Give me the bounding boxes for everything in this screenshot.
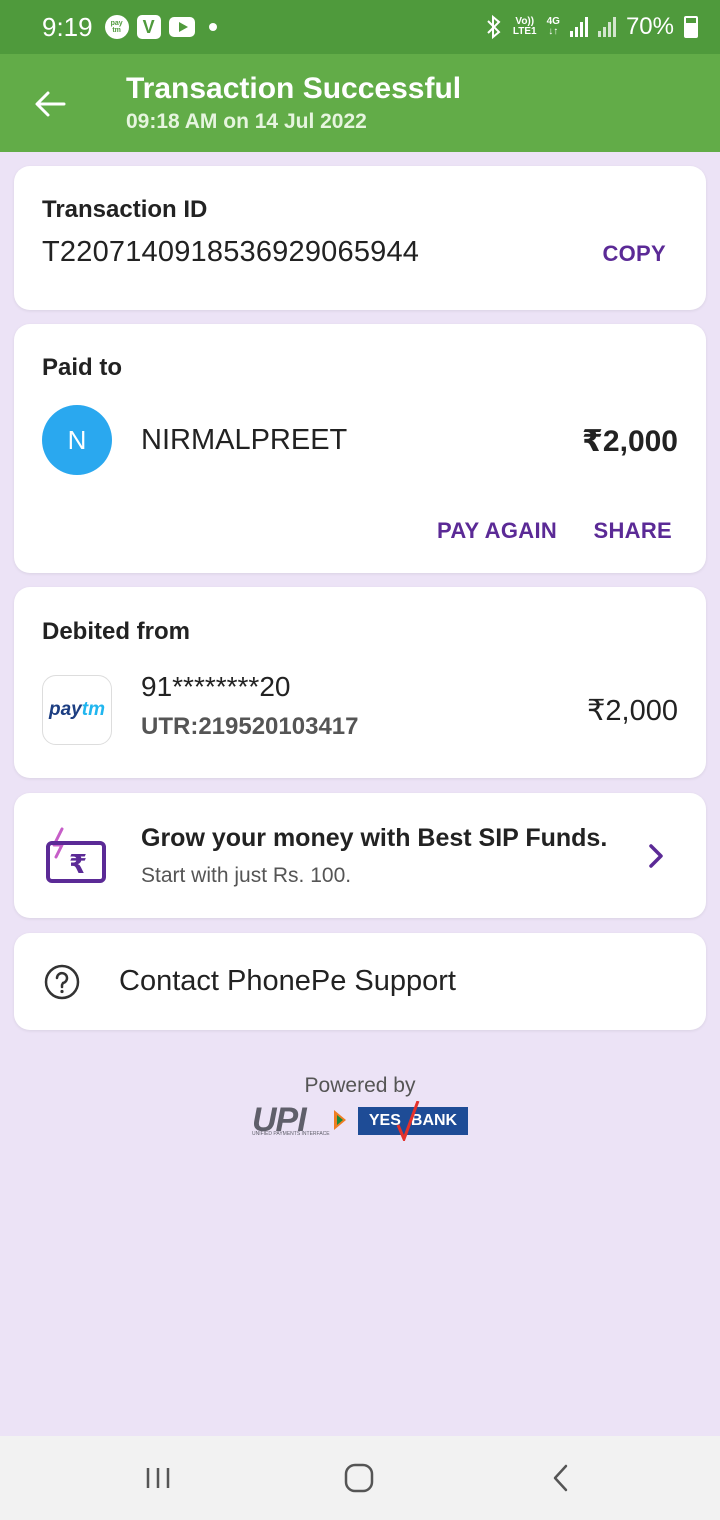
paid-amount: ₹2,000 <box>582 425 678 458</box>
page-title: Transaction Successful <box>126 72 462 105</box>
transaction-id-label: Transaction ID <box>42 196 208 223</box>
sip-promo-subtitle: Start with just Rs. 100. <box>141 864 352 887</box>
signal-icon-sim2 <box>597 17 616 37</box>
debited-amount: ₹2,000 <box>586 695 678 727</box>
payee-name: NIRMALPREET <box>141 424 348 456</box>
help-circle-icon <box>44 964 80 1000</box>
sip-promo-card[interactable]: ₹ Grow your money with Best SIP Funds. S… <box>14 793 706 918</box>
chevron-right-icon <box>649 844 663 868</box>
transaction-id-card: Transaction ID T2207140918536929065944 C… <box>14 166 706 310</box>
upi-arrow-icon <box>334 1110 346 1130</box>
copy-button[interactable]: COPY <box>602 241 666 267</box>
powered-by-label: Powered by <box>304 1074 416 1097</box>
battery-icon <box>684 16 698 38</box>
contact-support-card[interactable]: Contact PhonePe Support <box>14 933 706 1030</box>
pay-again-button[interactable]: PAY AGAIN <box>437 518 557 544</box>
status-time: 9:19 <box>42 11 93 42</box>
paid-to-label: Paid to <box>42 354 123 381</box>
avatar: N <box>42 405 112 475</box>
share-button[interactable]: SHARE <box>593 518 672 544</box>
paytm-icon: pay tm <box>104 15 129 39</box>
paytm-logo: pay tm <box>42 675 112 745</box>
debited-from-card: Debited from pay tm 91********20 UTR:2195… <box>14 587 706 778</box>
yes-bank-logo: YES BANK <box>358 1101 468 1141</box>
status-bar: 9:19 pay tm V Vo)) LTE1 4G ↓↑ 70% <box>0 0 720 54</box>
battery-percent: 70% <box>625 13 674 40</box>
sip-rupee-icon: ₹ <box>46 827 106 883</box>
contact-support-label: Contact PhonePe Support <box>119 965 456 997</box>
utr-number: UTR:219520103417 <box>141 713 359 740</box>
v-app-icon: V <box>136 15 161 39</box>
upi-logo: UPI UNIFIED PAYMENTS INTERFACE <box>252 1101 350 1143</box>
recent-apps-icon[interactable] <box>138 1460 178 1496</box>
debited-from-label: Debited from <box>42 618 191 645</box>
status-right: Vo)) LTE1 4G ↓↑ 70% <box>485 13 698 41</box>
paid-to-card: Paid to N NIRMALPREET ₹2,000 PAY AGAIN S… <box>14 324 706 573</box>
app-bar: Transaction Successful 09:18 AM on 14 Ju… <box>0 54 720 152</box>
data-type-indicator: 4G ↓↑ <box>546 16 560 37</box>
notification-icons: pay tm V <box>104 15 217 39</box>
account-number: 91********20 <box>141 671 291 702</box>
back-arrow-icon[interactable] <box>30 84 70 124</box>
volte-indicator: Vo)) LTE1 <box>512 16 537 37</box>
signal-icon <box>569 17 588 37</box>
youtube-icon <box>168 17 195 37</box>
home-icon[interactable] <box>339 1460 379 1496</box>
partner-logos: UPI UNIFIED PAYMENTS INTERFACE YES BANK <box>252 1101 468 1143</box>
svg-text:₹: ₹ <box>69 850 87 880</box>
notification-dot-icon <box>208 23 217 31</box>
transaction-id-value: T2207140918536929065944 <box>42 236 420 268</box>
back-icon[interactable] <box>541 1460 581 1496</box>
system-nav-bar <box>0 1436 720 1520</box>
transaction-timestamp: 09:18 AM on 14 Jul 2022 <box>126 110 367 133</box>
sip-promo-title: Grow your money with Best SIP Funds. <box>141 824 608 852</box>
bluetooth-icon <box>487 15 501 39</box>
